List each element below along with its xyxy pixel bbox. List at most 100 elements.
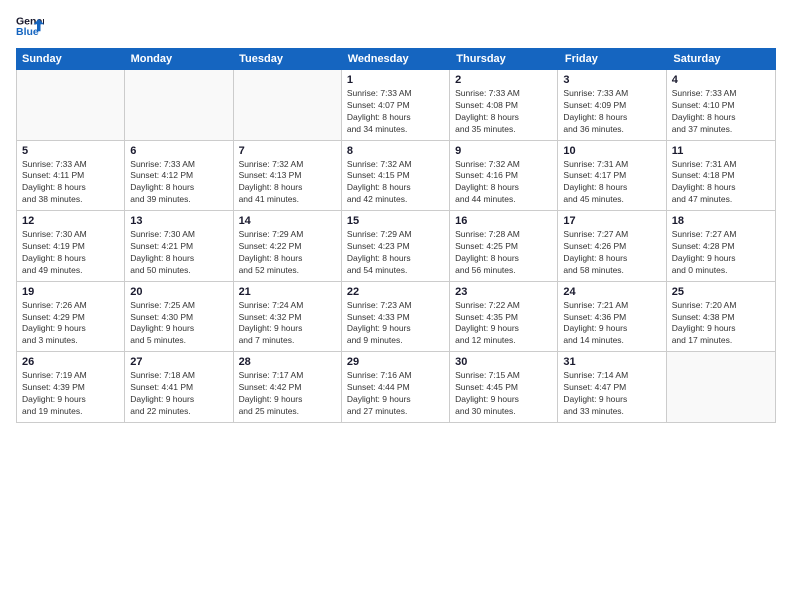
day-number: 5 <box>22 145 119 157</box>
day-info: Sunrise: 7:20 AM Sunset: 4:38 PM Dayligh… <box>672 300 770 348</box>
day-of-week-header: Thursday <box>450 48 559 70</box>
calendar-day-cell: 10 Sunrise: 7:31 AM Sunset: 4:17 PM Dayli… <box>558 141 666 211</box>
empty-day-cell <box>17 70 125 140</box>
calendar: SundayMondayTuesdayWednesdayThursdayFrid… <box>16 48 776 600</box>
calendar-day-cell: 21 Sunrise: 7:24 AM Sunset: 4:32 PM Dayli… <box>234 282 342 352</box>
day-of-week-header: Wednesday <box>342 48 451 70</box>
calendar-week-row: 1 Sunrise: 7:33 AM Sunset: 4:07 PM Daylig… <box>17 70 775 141</box>
calendar-day-cell: 9 Sunrise: 7:32 AM Sunset: 4:16 PM Daylig… <box>450 141 558 211</box>
day-number: 7 <box>239 145 336 157</box>
empty-day-cell <box>125 70 233 140</box>
day-number: 22 <box>347 286 444 298</box>
calendar-day-cell: 1 Sunrise: 7:33 AM Sunset: 4:07 PM Daylig… <box>342 70 450 140</box>
calendar-day-cell: 18Sunrise: 7:27 AM Sunset: 4:28 PM Dayli… <box>667 211 775 281</box>
calendar-day-cell: 29 Sunrise: 7:16 AM Sunset: 4:44 PM Dayli… <box>342 352 450 422</box>
day-number: 17 <box>563 215 660 227</box>
calendar-day-cell: 16Sunrise: 7:28 AM Sunset: 4:25 PM Dayli… <box>450 211 558 281</box>
day-info: Sunrise: 7:14 AM Sunset: 4:47 PM Dayligh… <box>563 370 660 418</box>
calendar-day-cell: 5 Sunrise: 7:33 AM Sunset: 4:11 PM Daylig… <box>17 141 125 211</box>
day-info: Sunrise: 7:33 AM Sunset: 4:08 PM Dayligh… <box>455 88 552 136</box>
day-info: Sunrise: 7:30 AM Sunset: 4:21 PM Dayligh… <box>130 229 227 277</box>
day-of-week-header: Saturday <box>667 48 776 70</box>
day-info: Sunrise: 7:33 AM Sunset: 4:07 PM Dayligh… <box>347 88 444 136</box>
day-info: Sunrise: 7:16 AM Sunset: 4:44 PM Dayligh… <box>347 370 444 418</box>
day-info: Sunrise: 7:23 AM Sunset: 4:33 PM Dayligh… <box>347 300 444 348</box>
calendar-body: 1 Sunrise: 7:33 AM Sunset: 4:07 PM Daylig… <box>16 70 776 423</box>
calendar-weeks: 1 Sunrise: 7:33 AM Sunset: 4:07 PM Daylig… <box>17 70 775 422</box>
calendar-day-cell: 22 Sunrise: 7:23 AM Sunset: 4:33 PM Dayli… <box>342 282 450 352</box>
day-number: 10 <box>563 145 660 157</box>
day-number: 31 <box>563 356 660 368</box>
day-number: 21 <box>239 286 336 298</box>
day-number: 19 <box>22 286 119 298</box>
calendar-week-row: 26Sunrise: 7:19 AM Sunset: 4:39 PM Dayli… <box>17 352 775 422</box>
day-info: Sunrise: 7:33 AM Sunset: 4:10 PM Dayligh… <box>672 88 770 136</box>
page-header: General Blue <box>16 12 776 40</box>
calendar-day-cell: 11 Sunrise: 7:31 AM Sunset: 4:18 PM Dayli… <box>667 141 775 211</box>
day-info: Sunrise: 7:27 AM Sunset: 4:26 PM Dayligh… <box>563 229 660 277</box>
calendar-day-cell: 30Sunrise: 7:15 AM Sunset: 4:45 PM Dayli… <box>450 352 558 422</box>
calendar-day-cell: 31 Sunrise: 7:14 AM Sunset: 4:47 PM Dayli… <box>558 352 666 422</box>
calendar-week-row: 12Sunrise: 7:30 AM Sunset: 4:19 PM Dayli… <box>17 211 775 282</box>
day-number: 24 <box>563 286 660 298</box>
day-number: 23 <box>455 286 552 298</box>
calendar-header: SundayMondayTuesdayWednesdayThursdayFrid… <box>16 48 776 70</box>
calendar-day-cell: 17 Sunrise: 7:27 AM Sunset: 4:26 PM Dayli… <box>558 211 666 281</box>
day-number: 6 <box>130 145 227 157</box>
day-number: 15 <box>347 215 444 227</box>
day-of-week-header: Monday <box>125 48 234 70</box>
logo-icon: General Blue <box>16 12 44 40</box>
day-info: Sunrise: 7:29 AM Sunset: 4:23 PM Dayligh… <box>347 229 444 277</box>
empty-day-cell <box>667 352 775 422</box>
day-info: Sunrise: 7:33 AM Sunset: 4:11 PM Dayligh… <box>22 159 119 207</box>
calendar-day-cell: 25Sunrise: 7:20 AM Sunset: 4:38 PM Dayli… <box>667 282 775 352</box>
calendar-week-row: 19 Sunrise: 7:26 AM Sunset: 4:29 PM Dayli… <box>17 282 775 353</box>
day-info: Sunrise: 7:28 AM Sunset: 4:25 PM Dayligh… <box>455 229 552 277</box>
calendar-day-cell: 3Sunrise: 7:33 AM Sunset: 4:09 PM Daylig… <box>558 70 666 140</box>
day-info: Sunrise: 7:33 AM Sunset: 4:12 PM Dayligh… <box>130 159 227 207</box>
day-info: Sunrise: 7:33 AM Sunset: 4:09 PM Dayligh… <box>563 88 660 136</box>
calendar-day-cell: 26Sunrise: 7:19 AM Sunset: 4:39 PM Dayli… <box>17 352 125 422</box>
day-number: 11 <box>672 145 770 157</box>
calendar-day-cell: 24 Sunrise: 7:21 AM Sunset: 4:36 PM Dayli… <box>558 282 666 352</box>
calendar-day-cell: 15 Sunrise: 7:29 AM Sunset: 4:23 PM Dayli… <box>342 211 450 281</box>
day-number: 1 <box>347 74 444 86</box>
day-info: Sunrise: 7:24 AM Sunset: 4:32 PM Dayligh… <box>239 300 336 348</box>
day-number: 13 <box>130 215 227 227</box>
day-number: 30 <box>455 356 552 368</box>
day-info: Sunrise: 7:21 AM Sunset: 4:36 PM Dayligh… <box>563 300 660 348</box>
day-info: Sunrise: 7:32 AM Sunset: 4:16 PM Dayligh… <box>455 159 552 207</box>
calendar-day-cell: 19 Sunrise: 7:26 AM Sunset: 4:29 PM Dayli… <box>17 282 125 352</box>
calendar-day-cell: 28 Sunrise: 7:17 AM Sunset: 4:42 PM Dayli… <box>234 352 342 422</box>
day-number: 14 <box>239 215 336 227</box>
day-info: Sunrise: 7:30 AM Sunset: 4:19 PM Dayligh… <box>22 229 119 277</box>
calendar-day-cell: 2Sunrise: 7:33 AM Sunset: 4:08 PM Daylig… <box>450 70 558 140</box>
empty-day-cell <box>234 70 342 140</box>
day-info: Sunrise: 7:31 AM Sunset: 4:17 PM Dayligh… <box>563 159 660 207</box>
logo: General Blue <box>16 12 44 40</box>
calendar-day-cell: 23Sunrise: 7:22 AM Sunset: 4:35 PM Dayli… <box>450 282 558 352</box>
day-number: 28 <box>239 356 336 368</box>
svg-text:Blue: Blue <box>16 26 39 38</box>
day-info: Sunrise: 7:32 AM Sunset: 4:13 PM Dayligh… <box>239 159 336 207</box>
day-of-week-header: Friday <box>559 48 668 70</box>
day-number: 27 <box>130 356 227 368</box>
day-info: Sunrise: 7:26 AM Sunset: 4:29 PM Dayligh… <box>22 300 119 348</box>
calendar-day-cell: 8Sunrise: 7:32 AM Sunset: 4:15 PM Daylig… <box>342 141 450 211</box>
day-info: Sunrise: 7:25 AM Sunset: 4:30 PM Dayligh… <box>130 300 227 348</box>
day-of-week-header: Sunday <box>16 48 125 70</box>
day-number: 29 <box>347 356 444 368</box>
calendar-day-cell: 27 Sunrise: 7:18 AM Sunset: 4:41 PM Dayli… <box>125 352 233 422</box>
calendar-day-cell: 13 Sunrise: 7:30 AM Sunset: 4:21 PM Dayli… <box>125 211 233 281</box>
day-number: 9 <box>455 145 552 157</box>
calendar-day-cell: 12Sunrise: 7:30 AM Sunset: 4:19 PM Dayli… <box>17 211 125 281</box>
calendar-day-cell: 6 Sunrise: 7:33 AM Sunset: 4:12 PM Daylig… <box>125 141 233 211</box>
day-info: Sunrise: 7:18 AM Sunset: 4:41 PM Dayligh… <box>130 370 227 418</box>
calendar-day-cell: 4Sunrise: 7:33 AM Sunset: 4:10 PM Daylig… <box>667 70 775 140</box>
calendar-week-row: 5 Sunrise: 7:33 AM Sunset: 4:11 PM Daylig… <box>17 141 775 212</box>
calendar-day-cell: 20Sunrise: 7:25 AM Sunset: 4:30 PM Dayli… <box>125 282 233 352</box>
day-info: Sunrise: 7:32 AM Sunset: 4:15 PM Dayligh… <box>347 159 444 207</box>
day-info: Sunrise: 7:19 AM Sunset: 4:39 PM Dayligh… <box>22 370 119 418</box>
day-info: Sunrise: 7:17 AM Sunset: 4:42 PM Dayligh… <box>239 370 336 418</box>
day-info: Sunrise: 7:31 AM Sunset: 4:18 PM Dayligh… <box>672 159 770 207</box>
